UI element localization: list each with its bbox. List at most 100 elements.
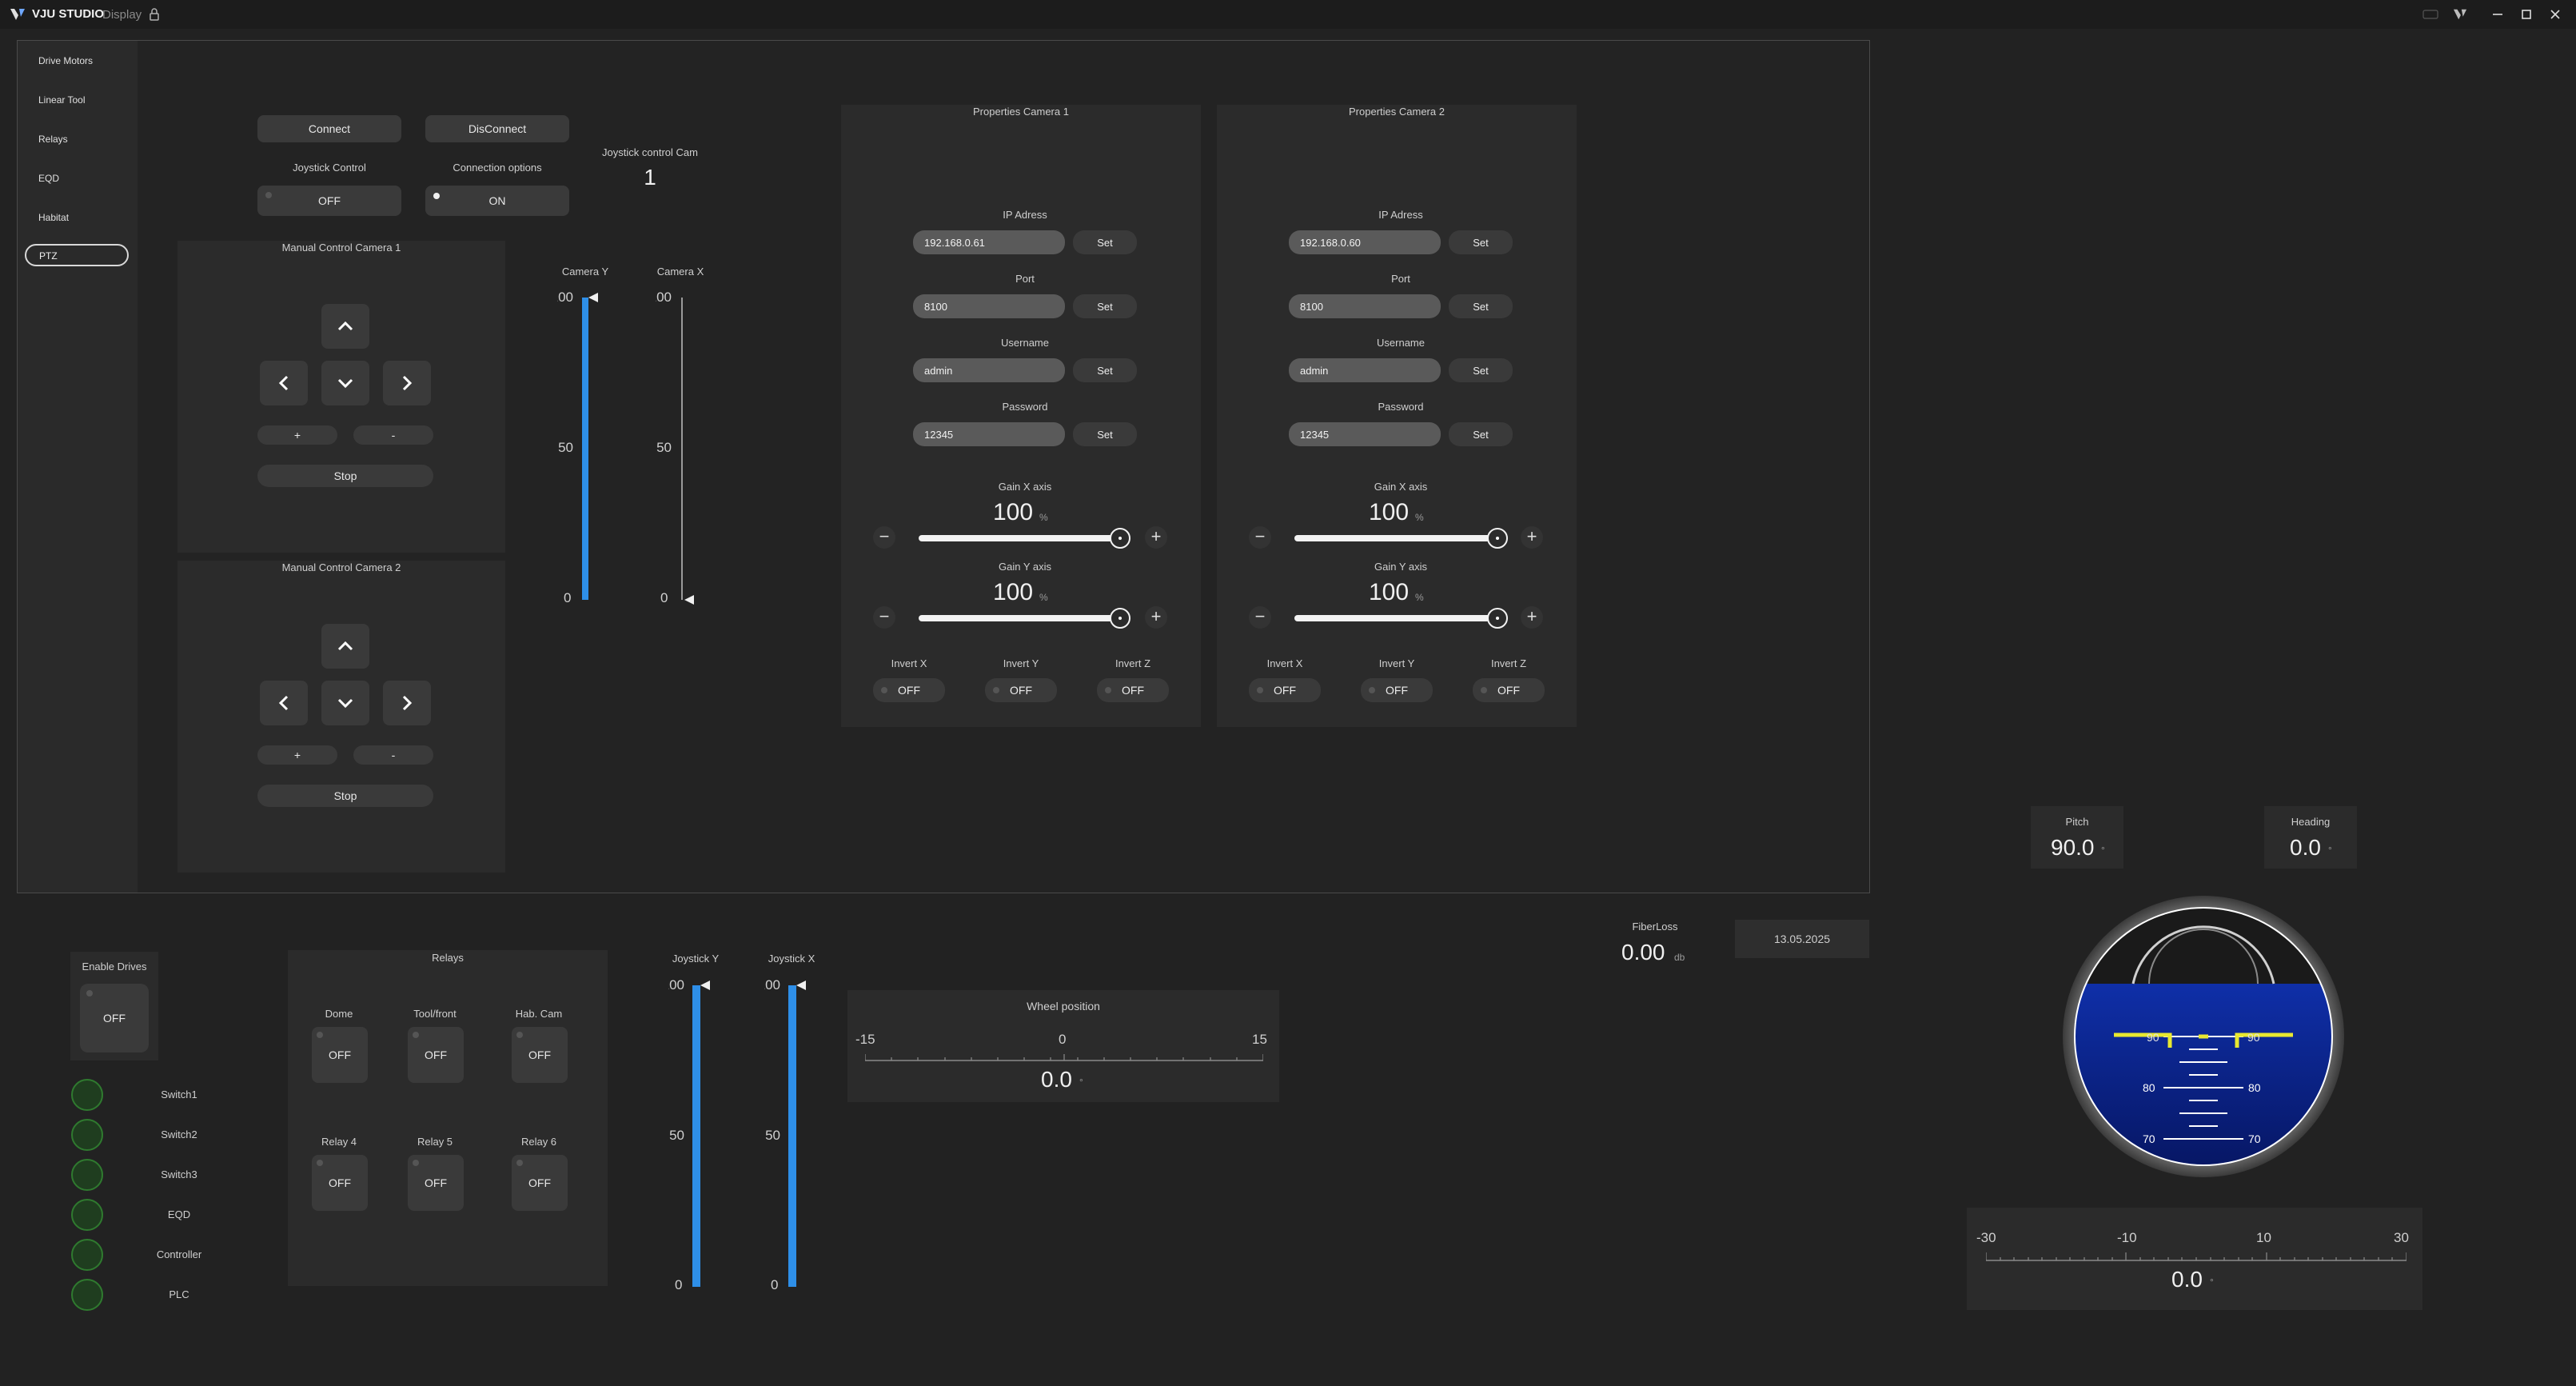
joystick-y-tick-mid: 50: [669, 1128, 684, 1143]
cam1-up-button[interactable]: [321, 304, 369, 349]
chevron-up-icon: [337, 321, 353, 331]
sidebar-item-ptz[interactable]: PTZ: [25, 244, 129, 266]
cam2-username-set-button[interactable]: Set: [1449, 358, 1513, 382]
cam1-port-input[interactable]: 8100: [913, 294, 1065, 318]
lock-icon[interactable]: [149, 7, 160, 22]
attitude-indicator: [2063, 896, 2344, 1177]
cam2-stop-button[interactable]: Stop: [257, 785, 433, 807]
cam1-username-input[interactable]: admin: [913, 358, 1065, 382]
relay-tool-front-toggle[interactable]: OFF: [408, 1027, 464, 1083]
cam2-invert-x-toggle[interactable]: OFF: [1249, 678, 1321, 702]
cam2-down-button[interactable]: [321, 681, 369, 725]
sidebar-item-eqd[interactable]: EQD: [38, 173, 59, 184]
cam2-right-button[interactable]: [383, 681, 431, 725]
cam1-gain-y-minus-button[interactable]: −: [873, 606, 895, 629]
sidebar-item-habitat[interactable]: Habitat: [38, 212, 69, 223]
relay-dome-toggle[interactable]: OFF: [312, 1027, 368, 1083]
relay-5-toggle[interactable]: OFF: [408, 1155, 464, 1211]
cam2-up-button[interactable]: [321, 624, 369, 669]
vju-small-icon[interactable]: [2453, 8, 2467, 21]
cast-icon[interactable]: [2422, 10, 2438, 19]
horizon-tick-90-right: 90: [2247, 1031, 2260, 1044]
cam1-title: Properties Camera 1: [973, 106, 1069, 118]
cam1-port-set-button[interactable]: Set: [1073, 294, 1137, 318]
cam2-gain-x-slider-handle[interactable]: [1487, 528, 1508, 549]
cam2-zoom-in-button[interactable]: +: [257, 745, 337, 765]
cam2-password-input[interactable]: 12345: [1289, 422, 1441, 446]
cam1-gain-y-label: Gain Y axis: [998, 561, 1051, 573]
cam1-invert-z-toggle[interactable]: OFF: [1097, 678, 1169, 702]
cam1-gain-x-minus-button[interactable]: −: [873, 526, 895, 549]
cam1-gain-y-slider-handle[interactable]: [1110, 608, 1130, 629]
cam1-invert-y-toggle[interactable]: OFF: [985, 678, 1057, 702]
sidebar-item-relays[interactable]: Relays: [38, 134, 68, 145]
fiberloss-unit: db: [1674, 952, 1685, 963]
cam1-invert-x-toggle[interactable]: OFF: [873, 678, 945, 702]
cam2-ip-set-button[interactable]: Set: [1449, 230, 1513, 254]
cam1-password-input[interactable]: 12345: [913, 422, 1065, 446]
enable-drives-toggle[interactable]: OFF: [80, 984, 149, 1052]
joystick-y-marker-icon[interactable]: [700, 981, 710, 990]
relay-hab-cam-toggle[interactable]: OFF: [512, 1027, 568, 1083]
cam2-invert-z-toggle[interactable]: OFF: [1473, 678, 1545, 702]
cam2-username-input[interactable]: admin: [1289, 358, 1441, 382]
cam2-port-input[interactable]: 8100: [1289, 294, 1441, 318]
relay-6-toggle[interactable]: OFF: [512, 1155, 568, 1211]
maximize-icon[interactable]: [2520, 8, 2533, 21]
plc-label: PLC: [169, 1288, 189, 1300]
cam2-gain-y-unit: %: [1415, 592, 1424, 603]
cam2-gain-y-plus-button[interactable]: +: [1521, 606, 1543, 629]
cam2-gain-x-minus-button[interactable]: −: [1249, 526, 1271, 549]
cam1-username-label: Username: [1001, 337, 1049, 349]
disconnect-button[interactable]: DisConnect: [425, 115, 569, 142]
cam1-zoom-out-button[interactable]: -: [353, 425, 433, 445]
cam1-gain-y-slider[interactable]: [919, 615, 1128, 621]
plc-indicator: [71, 1279, 103, 1311]
cam2-ip-input[interactable]: 192.168.0.60: [1289, 230, 1441, 254]
relays-title: Relays: [432, 952, 464, 964]
properties-camera-2: [1217, 105, 1577, 727]
cam2-left-button[interactable]: [260, 681, 308, 725]
toggle-indicator: [317, 1032, 323, 1038]
cam2-gain-x-plus-button[interactable]: +: [1521, 526, 1543, 549]
cam1-gain-x-plus-button[interactable]: +: [1145, 526, 1167, 549]
camera-y-tick-mid: 50: [558, 440, 573, 455]
cam2-password-label: Password: [1378, 401, 1424, 413]
joystick-x-marker-icon[interactable]: [796, 981, 806, 990]
switch1-label: Switch1: [161, 1088, 197, 1100]
cam1-gain-x-slider-handle[interactable]: [1110, 528, 1130, 549]
cam2-gain-x-slider[interactable]: [1294, 535, 1504, 541]
cam1-right-button[interactable]: [383, 361, 431, 405]
cam2-gain-y-minus-button[interactable]: −: [1249, 606, 1271, 629]
cam2-password-set-button[interactable]: Set: [1449, 422, 1513, 446]
sidebar-item-linear-tool[interactable]: Linear Tool: [38, 94, 86, 106]
cam2-port-set-button[interactable]: Set: [1449, 294, 1513, 318]
camera-x-marker-icon[interactable]: [684, 595, 694, 605]
cam1-gain-x-slider[interactable]: [919, 535, 1128, 541]
cam1-ip-set-button[interactable]: Set: [1073, 230, 1137, 254]
title-bar: VJU STUDIO Display: [0, 0, 2576, 29]
cam1-ip-input[interactable]: 192.168.0.61: [913, 230, 1065, 254]
cam1-username-set-button[interactable]: Set: [1073, 358, 1137, 382]
cam1-zoom-in-button[interactable]: +: [257, 425, 337, 445]
relay-4-toggle[interactable]: OFF: [312, 1155, 368, 1211]
cam1-gain-y-plus-button[interactable]: +: [1145, 606, 1167, 629]
cam2-gain-y-slider-handle[interactable]: [1487, 608, 1508, 629]
cam1-stop-button[interactable]: Stop: [257, 465, 433, 487]
connection-options-toggle[interactable]: ON: [425, 186, 569, 216]
close-icon[interactable]: [2549, 8, 2562, 21]
cam1-gain-x-label: Gain X axis: [998, 481, 1052, 493]
connect-button[interactable]: Connect: [257, 115, 401, 142]
joystick-control-toggle[interactable]: OFF: [257, 186, 401, 216]
cam2-gain-y-slider[interactable]: [1294, 615, 1504, 621]
cam2-invert-y-toggle[interactable]: OFF: [1361, 678, 1433, 702]
roll-tick-4: 30: [2394, 1230, 2409, 1245]
cam2-zoom-out-button[interactable]: -: [353, 745, 433, 765]
cam1-down-button[interactable]: [321, 361, 369, 405]
cam1-password-set-button[interactable]: Set: [1073, 422, 1137, 446]
sidebar-item-drive-motors[interactable]: Drive Motors: [38, 55, 93, 66]
cam2-invert-z-value: OFF: [1497, 684, 1520, 697]
camera-y-marker-icon[interactable]: [588, 293, 598, 302]
cam1-left-button[interactable]: [260, 361, 308, 405]
minimize-icon[interactable]: [2491, 8, 2504, 21]
